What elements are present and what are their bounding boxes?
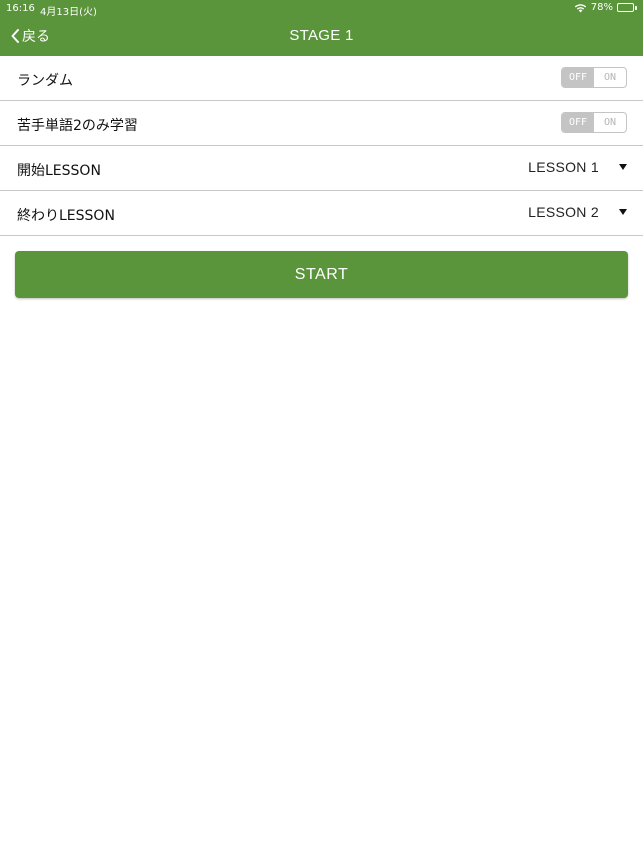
settings-list: ランダム OFF ON 苦手単語2のみ学習 OFF ON 開始LESSON LE…	[0, 56, 643, 236]
end-lesson-select[interactable]: LESSON 2	[528, 204, 627, 220]
status-date: 4月13日(火)	[40, 7, 97, 18]
toggle-off-segment: OFF	[562, 113, 594, 132]
nav-bar: 戻る STAGE 1	[0, 17, 643, 56]
caret-down-icon	[619, 209, 627, 215]
toggle-on-segment: ON	[603, 117, 617, 128]
start-lesson-value: LESSON 1	[528, 159, 599, 175]
status-time: 16:16	[6, 3, 35, 14]
setting-row-end-lesson: 終わりLESSON LESSON 2	[0, 191, 643, 236]
weak-words-toggle[interactable]: OFF ON	[561, 112, 627, 133]
wifi-icon	[574, 3, 586, 12]
setting-row-weak-words: 苦手単語2のみ学習 OFF ON	[0, 101, 643, 146]
start-lesson-select[interactable]: LESSON 1	[528, 159, 627, 175]
toggle-off-segment: OFF	[562, 68, 594, 87]
random-toggle[interactable]: OFF ON	[561, 67, 627, 88]
battery-icon	[617, 3, 637, 12]
start-button[interactable]: START	[15, 251, 628, 298]
random-label: ランダム	[17, 73, 73, 89]
status-bar: 16:16 4月13日(火) 78%	[0, 0, 643, 18]
end-lesson-value: LESSON 2	[528, 204, 599, 220]
weak-words-label: 苦手単語2のみ学習	[17, 118, 138, 134]
battery-percent: 78%	[590, 2, 613, 13]
status-right: 78%	[574, 2, 637, 13]
start-lesson-label: 開始LESSON	[17, 163, 101, 179]
setting-row-start-lesson: 開始LESSON LESSON 1	[0, 146, 643, 191]
app-header: 16:16 4月13日(火) 78% 戻る STAGE 1	[0, 0, 643, 56]
setting-row-random: ランダム OFF ON	[0, 56, 643, 101]
caret-down-icon	[619, 164, 627, 170]
end-lesson-label: 終わりLESSON	[17, 208, 115, 224]
page-title: STAGE 1	[289, 27, 354, 44]
toggle-on-segment: ON	[603, 72, 617, 83]
